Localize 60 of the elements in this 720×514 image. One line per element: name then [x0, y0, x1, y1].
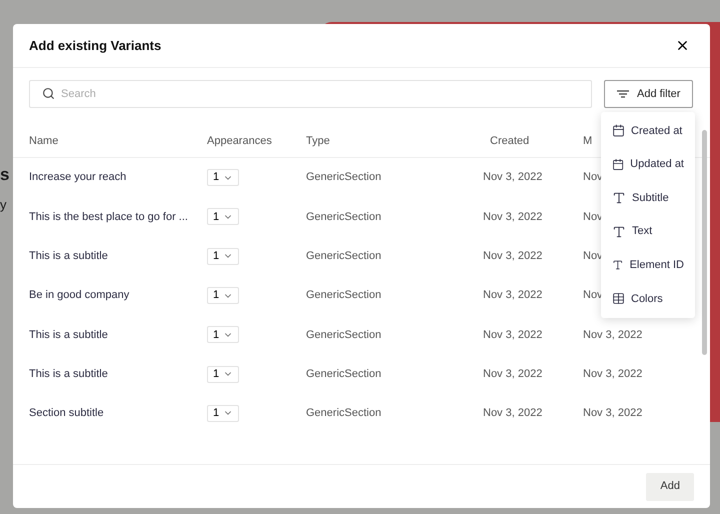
filter-menu-item[interactable]: Subtitle	[601, 181, 695, 215]
table-cell-text: GenericSection	[306, 288, 382, 304]
filter-menu-item[interactable]: Created at	[601, 114, 695, 148]
table-cell: Nov	[583, 289, 603, 302]
table-cell: Nov	[583, 171, 603, 184]
column-header: Appearances	[207, 134, 273, 150]
table-cell-text: This is a subtitle	[29, 366, 109, 382]
table-cell-text: GenericSection	[306, 328, 382, 343]
table-cell-text: GenericSection	[306, 406, 382, 422]
table-cell-text: Nov 3, 2022	[483, 406, 544, 422]
table-cell-text: Increase your reach	[29, 170, 128, 186]
column-header: M	[583, 134, 594, 150]
table-cell: Nov 3, 2022	[583, 368, 642, 380]
appearances-select[interactable]: 1	[207, 208, 240, 226]
table-cell-text: Nov 3, 2022	[483, 288, 544, 304]
text-icon	[612, 224, 626, 239]
calendar-icon	[612, 158, 624, 171]
table-cell-text: Section subtitle	[29, 406, 105, 422]
filter-menu-item[interactable]: Text	[601, 214, 695, 248]
search-icon	[42, 87, 55, 100]
appearances-select[interactable]: 1	[207, 366, 240, 383]
table-cell-text: This is a subtitle	[29, 328, 109, 343]
column-header: Created	[489, 134, 530, 150]
table-icon	[612, 292, 625, 306]
filter-icon	[617, 90, 629, 98]
appearances-select[interactable]: 1	[207, 326, 240, 344]
close-icon	[675, 38, 690, 53]
column-header: Type	[306, 134, 331, 150]
calendar-icon	[612, 124, 625, 138]
appearances-select[interactable]: 1	[207, 248, 240, 265]
appearances-select[interactable]: 1	[207, 404, 240, 422]
table-cell-text: GenericSection	[306, 366, 382, 382]
table-cell-text: Nov 3, 2022	[483, 366, 544, 382]
table-cell-text: GenericSection	[306, 248, 382, 264]
table-cell-text: Nov 3, 2022	[483, 170, 544, 186]
table-cell-text: Nov 3, 2022	[483, 328, 544, 343]
table-cell-text: Nov 3, 2022	[483, 210, 544, 225]
column-header: Name	[29, 134, 60, 150]
table-cell: Nov 3, 2022	[583, 407, 642, 420]
table-cell: Nov	[583, 210, 603, 223]
filter-menu-item[interactable]: Element ID	[601, 248, 695, 282]
table-cell-text: GenericSection	[306, 210, 382, 225]
background-text: s	[0, 164, 10, 186]
search-field[interactable]: Search	[29, 80, 592, 108]
text-icon	[612, 190, 626, 205]
add-button[interactable]: Add	[646, 472, 694, 500]
add-filter-button[interactable]: Add filter	[604, 80, 694, 108]
table-cell-text: GenericSection	[306, 170, 382, 186]
table-cell: Nov 3, 2022	[583, 328, 642, 341]
table-cell: Nov	[583, 250, 603, 262]
appearances-select[interactable]: 1	[207, 169, 240, 186]
filter-menu-item[interactable]: Updated at	[601, 148, 695, 182]
table-cell-text: Be in good company	[29, 288, 130, 304]
dialog-title: Add existing Variants	[29, 36, 162, 55]
filter-menu-item[interactable]: Colors	[601, 282, 695, 316]
table-cell-text: This is the best place to go for ...	[29, 210, 189, 225]
table-cell-text: Nov 3, 2022	[483, 248, 544, 264]
table-cell-text: This is a subtitle	[29, 248, 109, 264]
background-text: y	[0, 197, 8, 213]
appearances-select[interactable]: 1	[207, 287, 240, 304]
